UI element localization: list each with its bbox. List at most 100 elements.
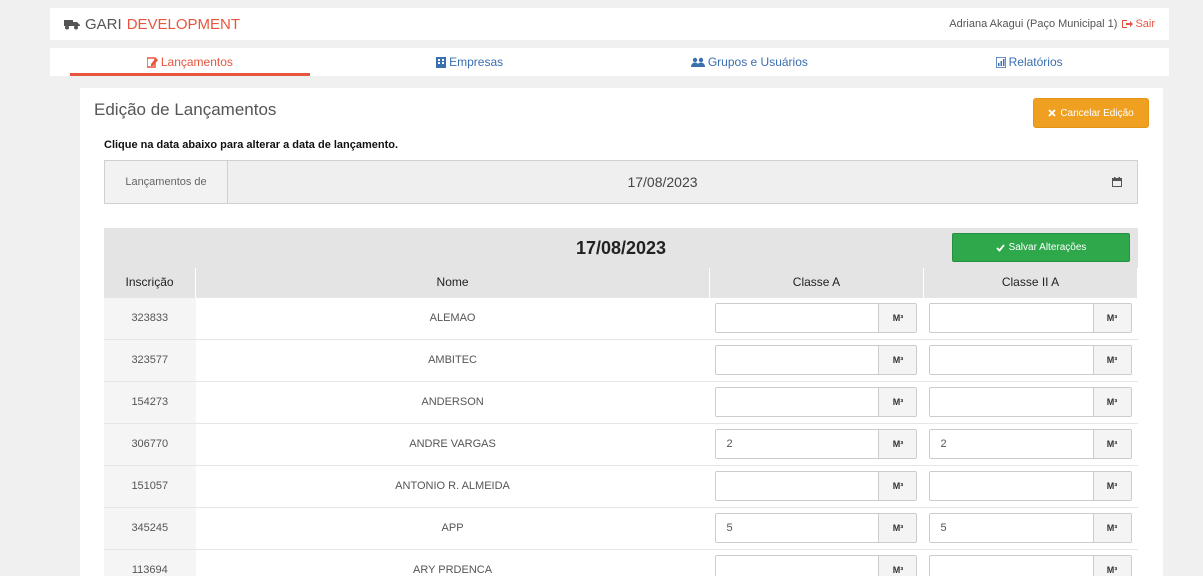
column-header: Classe II A bbox=[923, 268, 1139, 297]
brand-suffix: DEVELOPMENT bbox=[126, 15, 241, 33]
user-box: Adriana Akagui (Paço Municipal 1) Sair bbox=[949, 18, 1155, 30]
classe-a-cell: M³ bbox=[709, 464, 924, 507]
data-table: Inscrição Nome Classe A Classe II A 3238… bbox=[104, 268, 1139, 576]
inscricao-cell: 306770 bbox=[104, 422, 196, 465]
logout-link[interactable]: Sair bbox=[1122, 18, 1155, 30]
classe-ii-a-input[interactable] bbox=[930, 430, 1093, 458]
classe-ii-a-input[interactable] bbox=[930, 304, 1093, 332]
save-changes-label: Salvar Alterações bbox=[1008, 242, 1087, 253]
classe-ii-a-cell: M³ bbox=[923, 548, 1138, 576]
quantity-group: M³ bbox=[929, 513, 1132, 543]
classe-a-cell: M³ bbox=[709, 506, 924, 549]
quantity-group: M³ bbox=[929, 345, 1132, 375]
classe-ii-a-input[interactable] bbox=[930, 514, 1093, 542]
quantity-group: M³ bbox=[715, 387, 918, 417]
unit-label: M³ bbox=[878, 304, 917, 332]
classe-a-input[interactable] bbox=[716, 346, 879, 374]
quantity-group: M³ bbox=[929, 387, 1132, 417]
classe-a-input[interactable] bbox=[716, 304, 879, 332]
unit-label: M³ bbox=[1092, 346, 1131, 374]
date-picker: Lançamentos de 17/08/2023 bbox=[104, 160, 1138, 204]
logout-label: Sair bbox=[1135, 18, 1155, 30]
inscricao-cell: 345245 bbox=[104, 506, 196, 549]
column-header: Inscrição bbox=[104, 268, 197, 297]
calendar-button[interactable] bbox=[1097, 161, 1137, 203]
classe-a-cell: M³ bbox=[709, 338, 924, 381]
nav-lancamentos[interactable]: Lançamentos bbox=[50, 48, 330, 76]
inscricao-cell: 154273 bbox=[104, 380, 196, 423]
page-title: Edição de Lançamentos bbox=[94, 100, 277, 119]
quantity-group: M³ bbox=[715, 513, 918, 543]
launch-date-field[interactable]: 17/08/2023 bbox=[228, 161, 1097, 203]
user-name: Adriana Akagui (Paço Municipal 1) bbox=[949, 18, 1118, 30]
column-header: Nome bbox=[195, 268, 710, 297]
quantity-group: M³ bbox=[715, 303, 918, 333]
nav-label: Empresas bbox=[449, 55, 504, 69]
unit-label: M³ bbox=[878, 472, 917, 500]
launches-table: 17/08/2023 Salvar Alterações Inscrição N… bbox=[104, 228, 1139, 576]
quantity-group: M³ bbox=[929, 429, 1132, 459]
nome-cell: ANDERSON bbox=[195, 380, 710, 423]
table-row: 306770 ANDRE VARGAS M³ M³ bbox=[104, 422, 1138, 465]
instruction-text: Clique na data abaixo para alterar a dat… bbox=[104, 139, 399, 151]
classe-a-cell: M³ bbox=[709, 296, 924, 339]
unit-label: M³ bbox=[1092, 472, 1131, 500]
inscricao-cell: 113694 bbox=[104, 548, 196, 576]
brand-name: GARI bbox=[85, 15, 122, 33]
classe-ii-a-input[interactable] bbox=[930, 388, 1093, 416]
classe-ii-a-cell: M³ bbox=[923, 296, 1138, 339]
quantity-group: M³ bbox=[929, 555, 1132, 576]
check-icon bbox=[995, 243, 1005, 252]
column-header: Classe A bbox=[709, 268, 924, 297]
unit-label: M³ bbox=[878, 346, 917, 374]
unit-label: M³ bbox=[1092, 430, 1131, 458]
sign-out-icon bbox=[1122, 19, 1134, 29]
save-changes-button[interactable]: Salvar Alterações bbox=[952, 233, 1130, 262]
truck-icon bbox=[64, 18, 80, 30]
classe-a-input[interactable] bbox=[716, 556, 879, 576]
quantity-group: M³ bbox=[929, 471, 1132, 501]
table-row: 345245 APP M³ M³ bbox=[104, 506, 1138, 549]
nav-relatorios[interactable]: Relatórios bbox=[889, 48, 1169, 76]
classe-ii-a-input[interactable] bbox=[930, 556, 1093, 576]
classe-a-cell: M³ bbox=[709, 380, 924, 423]
top-bar: GARI DEVELOPMENT Adriana Akagui (Paço Mu… bbox=[50, 8, 1169, 40]
classe-a-input[interactable] bbox=[716, 514, 879, 542]
nav-label: Grupos e Usuários bbox=[707, 55, 808, 69]
unit-label: M³ bbox=[1092, 514, 1131, 542]
unit-label: M³ bbox=[878, 388, 917, 416]
classe-ii-a-input[interactable] bbox=[930, 346, 1093, 374]
table-date-header: 17/08/2023 Salvar Alterações bbox=[104, 228, 1138, 268]
unit-label: M³ bbox=[878, 556, 917, 576]
main-nav: Lançamentos Empresas Grupos e Usuários R… bbox=[50, 48, 1169, 76]
table-header-row: Inscrição Nome Classe A Classe II A bbox=[104, 268, 1139, 297]
classe-a-input[interactable] bbox=[716, 430, 879, 458]
classe-ii-a-cell: M³ bbox=[923, 380, 1138, 423]
nav-grupos-usuarios[interactable]: Grupos e Usuários bbox=[610, 48, 890, 76]
nome-cell: ANTONIO R. ALMEIDA bbox=[195, 464, 710, 507]
brand-logo[interactable]: GARI DEVELOPMENT bbox=[64, 16, 240, 33]
nome-cell: ARY PRDENCA bbox=[195, 548, 710, 576]
classe-ii-a-input[interactable] bbox=[930, 472, 1093, 500]
table-row: 323577 AMBITEC M³ M³ bbox=[104, 338, 1138, 381]
classe-ii-a-cell: M³ bbox=[923, 422, 1138, 465]
unit-label: M³ bbox=[1092, 556, 1131, 576]
quantity-group: M³ bbox=[715, 429, 918, 459]
classe-a-cell: M³ bbox=[709, 548, 924, 576]
nome-cell: ANDRE VARGAS bbox=[195, 422, 710, 465]
date-addon-label: Lançamentos de bbox=[105, 161, 228, 203]
unit-label: M³ bbox=[878, 514, 917, 542]
inscricao-cell: 323833 bbox=[104, 296, 196, 339]
cancel-edit-button[interactable]: Cancelar Edição bbox=[1033, 98, 1149, 128]
quantity-group: M³ bbox=[715, 555, 918, 576]
classe-a-input[interactable] bbox=[716, 388, 879, 416]
classe-ii-a-cell: M³ bbox=[923, 464, 1138, 507]
table-row: 323833 ALEMAO M³ M³ bbox=[104, 296, 1138, 339]
classe-ii-a-cell: M³ bbox=[923, 338, 1138, 381]
close-icon bbox=[1048, 109, 1056, 117]
classe-a-input[interactable] bbox=[716, 472, 879, 500]
nav-empresas[interactable]: Empresas bbox=[330, 48, 610, 76]
nome-cell: APP bbox=[195, 506, 710, 549]
unit-label: M³ bbox=[1092, 304, 1131, 332]
edit-icon bbox=[146, 56, 158, 68]
